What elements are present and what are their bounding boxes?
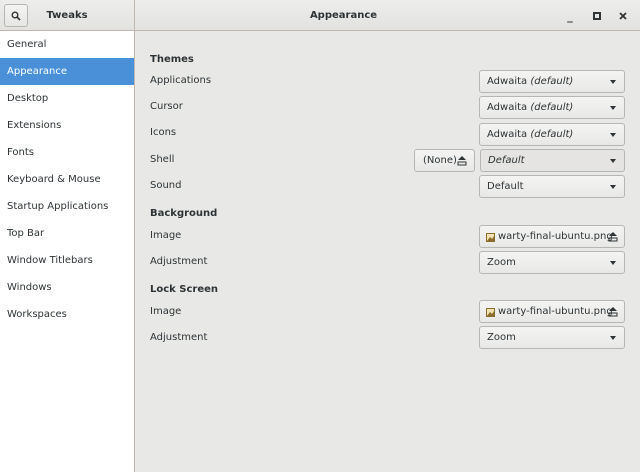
sidebar: General Appearance Desktop Extensions Fo… — [0, 31, 135, 472]
chevron-down-icon — [610, 261, 616, 265]
close-icon — [619, 12, 627, 20]
minimize-icon: _ — [567, 9, 573, 23]
background-image-file-button[interactable]: warty-final-ubuntu.png — [479, 225, 625, 248]
shell-theme-value: Default — [488, 155, 525, 166]
sidebar-item-desktop[interactable]: Desktop — [0, 85, 134, 112]
lock-screen-adjustment-value: Zoom — [487, 332, 516, 343]
chevron-down-icon — [610, 133, 616, 137]
sound-theme-combo[interactable]: Default — [479, 175, 625, 198]
sidebar-item-extensions[interactable]: Extensions — [0, 112, 134, 139]
sidebar-item-startup-applications[interactable]: Startup Applications — [0, 193, 134, 220]
cursor-theme-value: Adwaita — [487, 102, 528, 113]
eject-icon — [608, 232, 618, 242]
background-image-filename: warty-final-ubuntu.png — [498, 231, 613, 242]
sound-theme-value: Default — [487, 181, 524, 192]
sidebar-item-fonts[interactable]: Fonts — [0, 139, 134, 166]
lock-screen-heading: Lock Screen — [150, 284, 219, 295]
app-title: Tweaks — [46, 10, 88, 21]
applications-theme-value: Adwaita — [487, 76, 528, 87]
applications-label: Applications — [150, 75, 212, 86]
search-button[interactable] — [4, 4, 28, 27]
sidebar-item-top-bar[interactable]: Top Bar — [0, 220, 134, 247]
shell-theme-file-button[interactable]: (None) — [414, 149, 475, 172]
header-bar: Tweaks Appearance _ — [0, 0, 640, 31]
background-adjustment-value: Zoom — [487, 257, 516, 268]
background-adjustment-label: Adjustment — [150, 256, 208, 267]
maximize-button[interactable] — [589, 8, 605, 24]
image-file-icon — [486, 233, 495, 242]
lock-screen-adjustment-label: Adjustment — [150, 332, 208, 343]
lock-screen-image-file-button[interactable]: warty-final-ubuntu.png — [479, 300, 625, 323]
chevron-down-icon — [610, 80, 616, 84]
applications-theme-suffix: (default) — [530, 76, 574, 87]
sound-label: Sound — [150, 180, 182, 191]
sidebar-item-keyboard-mouse[interactable]: Keyboard & Mouse — [0, 166, 134, 193]
cursor-theme-suffix: (default) — [530, 102, 574, 113]
background-heading: Background — [150, 208, 218, 219]
page-title: Appearance — [309, 10, 378, 21]
chevron-down-icon — [610, 336, 616, 340]
lock-screen-image-filename: warty-final-ubuntu.png — [498, 306, 613, 317]
cursor-label: Cursor — [150, 101, 183, 112]
maximize-icon — [593, 12, 601, 20]
appearance-panel: Themes Applications Adwaita (default) Cu… — [136, 31, 640, 472]
shell-theme-combo[interactable]: Default — [480, 149, 625, 172]
chevron-down-icon — [610, 185, 616, 189]
icons-label: Icons — [150, 127, 177, 138]
applications-theme-combo[interactable]: Adwaita (default) — [479, 70, 625, 93]
shell-label: Shell — [150, 154, 175, 165]
themes-heading: Themes — [150, 54, 194, 65]
close-button[interactable] — [615, 8, 631, 24]
eject-icon — [608, 307, 618, 317]
eject-icon — [457, 156, 467, 166]
background-adjustment-combo[interactable]: Zoom — [479, 251, 625, 274]
sidebar-item-window-titlebars[interactable]: Window Titlebars — [0, 247, 134, 274]
minimize-button[interactable]: _ — [562, 8, 578, 24]
icons-theme-suffix: (default) — [530, 129, 574, 140]
sidebar-item-appearance[interactable]: Appearance — [0, 58, 134, 85]
chevron-down-icon — [610, 106, 616, 110]
cursor-theme-combo[interactable]: Adwaita (default) — [479, 96, 625, 119]
shell-theme-file-value: (None) — [423, 155, 457, 166]
sidebar-item-windows[interactable]: Windows — [0, 274, 134, 301]
icons-theme-value: Adwaita — [487, 129, 528, 140]
chevron-down-icon — [610, 159, 616, 163]
image-file-icon — [486, 308, 495, 317]
sidebar-item-general[interactable]: General — [0, 31, 134, 58]
icons-theme-combo[interactable]: Adwaita (default) — [479, 123, 625, 146]
lock-screen-image-label: Image — [150, 306, 182, 317]
search-icon — [11, 11, 21, 21]
lock-screen-adjustment-combo[interactable]: Zoom — [479, 326, 625, 349]
sidebar-item-workspaces[interactable]: Workspaces — [0, 301, 134, 328]
header-left-pane: Tweaks — [0, 0, 135, 31]
background-image-label: Image — [150, 230, 182, 241]
